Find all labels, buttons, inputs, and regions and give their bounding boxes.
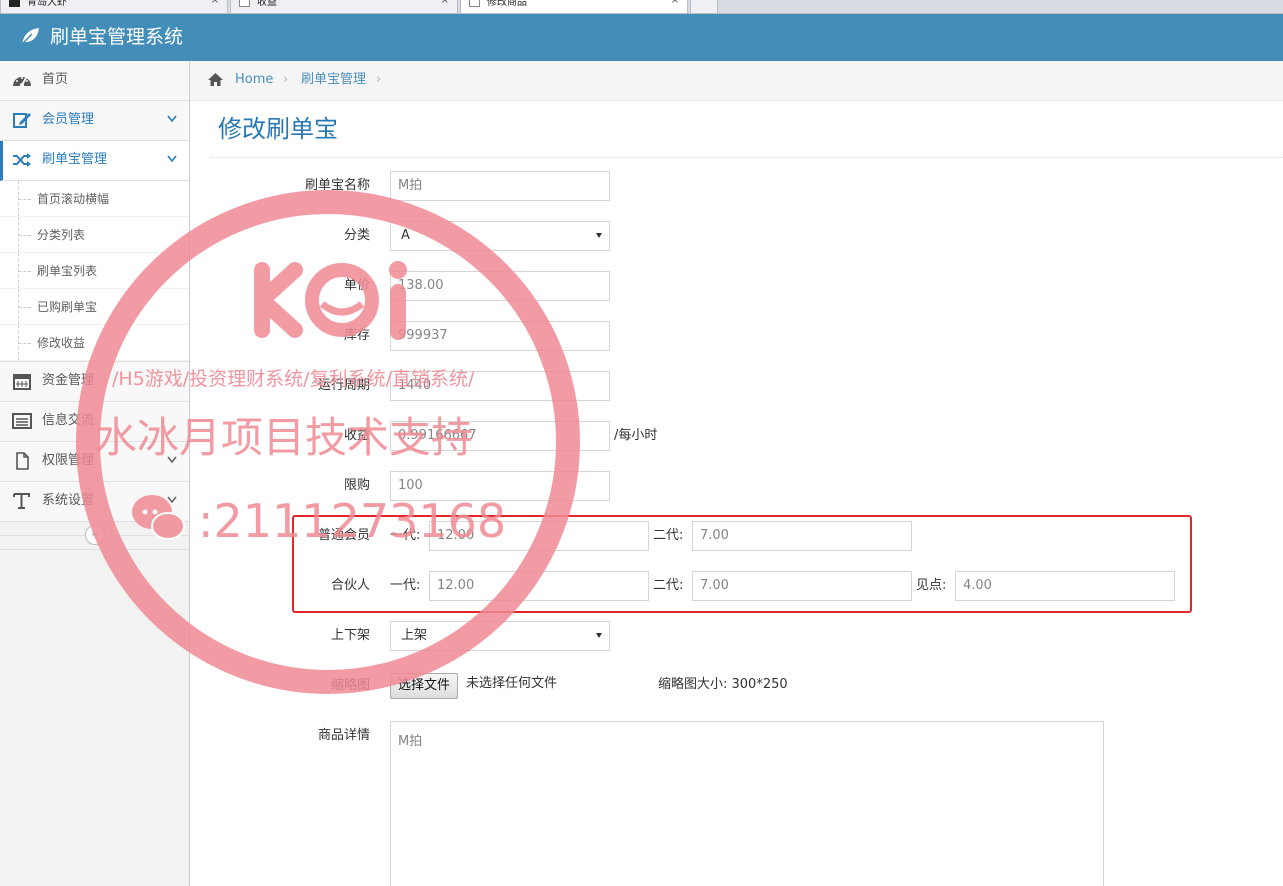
stock-label: 库存 — [343, 328, 370, 343]
price-label: 单价 — [343, 278, 370, 293]
product-detail-textarea[interactable]: M拍 — [390, 721, 1104, 886]
name-label: 刷单宝名称 — [304, 178, 370, 193]
member-gen1-input[interactable]: 12.00 — [429, 521, 649, 551]
partner-gen2-label: 二代: — [653, 578, 684, 593]
sidebar-item-permissions[interactable]: 权限管理 — [0, 442, 189, 482]
sidebar-collapse: « — [0, 522, 189, 550]
thumbnail-size-hint: 缩略图大小: 300*250 — [658, 677, 788, 692]
page-title: 修改刷单宝 — [218, 115, 338, 143]
partner-point-label: 见点: — [916, 578, 947, 593]
sidebar-submenu: 首页滚动横幅 分类列表 刷单宝列表 已购刷单宝 修改收益 — [0, 181, 189, 362]
sidebar-item-label: 资金管理 — [42, 373, 95, 388]
chevron-down-icon — [167, 456, 177, 464]
sidebar-item-label: 刷单宝管理 — [42, 152, 108, 167]
breadcrumb-current[interactable]: 刷单宝管理 — [301, 61, 366, 99]
shuffle-icon — [13, 153, 31, 167]
income-label: 收益 — [343, 428, 370, 443]
close-icon[interactable]: × — [671, 0, 679, 6]
text-icon — [13, 493, 30, 509]
close-icon[interactable]: × — [211, 0, 219, 6]
close-icon[interactable]: × — [441, 0, 449, 6]
caret-down-icon — [596, 233, 602, 238]
browser-tab-label: 青岛大虾 — [27, 0, 67, 8]
breadcrumb-separator: › — [376, 72, 382, 87]
browser-tab-bar: 青岛大虾 × 收益 × 修改商品 × — [0, 0, 1283, 14]
thumbnail-label: 缩略图 — [330, 678, 370, 693]
double-angle-left-icon[interactable]: « — [85, 525, 105, 545]
choose-file-button[interactable]: 选择文件 — [390, 673, 459, 699]
chevron-down-icon — [167, 155, 177, 163]
sidebar-item-funds[interactable]: 资金管理 — [0, 362, 189, 402]
period-input[interactable]: 1440 — [390, 371, 610, 401]
detail-label: 商品详情 — [317, 728, 370, 743]
partner-gen1-input[interactable]: 12.00 — [429, 571, 649, 601]
list-alt-icon — [12, 413, 32, 429]
category-selected-value: A — [401, 228, 410, 243]
breadcrumb: Home › 刷单宝管理 › — [190, 61, 1283, 101]
app-title: 刷单宝管理系统 — [50, 26, 184, 48]
new-tab-button[interactable] — [690, 0, 718, 13]
sidebar-item-settings[interactable]: 系统设置 — [0, 482, 189, 522]
income-unit: /每小时 — [614, 428, 658, 443]
shelf-label: 上下架 — [330, 628, 370, 643]
shelf-status-select[interactable]: 上架 — [390, 621, 610, 651]
partner-label: 合伙人 — [330, 578, 370, 593]
partner-gen1-label: 一代: — [390, 578, 421, 593]
sidebar-item-members[interactable]: 会员管理 — [0, 101, 189, 141]
sidebar-item-label: 信息交流 — [42, 413, 95, 428]
sidebar-subitem-banner[interactable]: 首页滚动横幅 — [0, 181, 189, 217]
category-label: 分类 — [343, 228, 370, 243]
breadcrumb-separator: › — [283, 72, 289, 87]
leaf-icon — [21, 28, 39, 45]
top-navbar: 刷单宝管理系统 — [0, 14, 1283, 61]
sidebar: 首页 会员管理 刷单宝管理 首页滚动横幅 分类列表 刷单宝列表 已购刷单宝 修改… — [0, 61, 190, 886]
member-gen2-input[interactable]: 7.00 — [692, 521, 912, 551]
member-gen1-label: 一代: — [390, 528, 421, 543]
browser-tab-label: 收益 — [257, 0, 277, 8]
price-input[interactable]: 138.00 — [390, 271, 610, 301]
sidebar-item-home[interactable]: 首页 — [0, 61, 189, 101]
chevron-down-icon — [167, 115, 177, 123]
limit-label: 限购 — [343, 478, 370, 493]
sidebar-item-label: 会员管理 — [42, 112, 95, 127]
sidebar-item-label: 权限管理 — [42, 453, 95, 468]
tab-favicon-icon — [469, 0, 480, 7]
chevron-down-icon — [167, 496, 177, 504]
stock-input[interactable]: 999937 — [390, 321, 610, 351]
browser-tab[interactable]: 青岛大虾 × — [0, 0, 228, 13]
sidebar-subitem-product-list[interactable]: 刷单宝列表 — [0, 253, 189, 289]
breadcrumb-home-link[interactable]: Home — [235, 61, 273, 99]
member-label: 普通会员 — [317, 528, 370, 543]
tab-favicon-icon — [239, 0, 250, 7]
sidebar-item-products[interactable]: 刷单宝管理 — [0, 141, 189, 181]
edit-icon — [13, 113, 31, 128]
file-status-text: 未选择任何文件 — [466, 676, 558, 691]
sidebar-item-label: 系统设置 — [42, 493, 95, 508]
app-brand[interactable]: 刷单宝管理系统 — [20, 24, 183, 50]
caret-down-icon — [596, 633, 602, 638]
partner-gen2-input[interactable]: 7.00 — [692, 571, 912, 601]
browser-tab-active[interactable]: 修改商品 × — [460, 0, 688, 13]
home-icon — [208, 73, 223, 86]
browser-tab-label: 修改商品 — [487, 0, 527, 8]
partner-point-input[interactable]: 4.00 — [955, 571, 1175, 601]
dashboard-icon — [13, 77, 31, 87]
sidebar-item-label: 首页 — [42, 72, 69, 87]
product-name-input[interactable]: M拍 — [390, 171, 610, 201]
file-icon — [16, 452, 29, 470]
income-input[interactable]: 0.99166667 — [390, 421, 610, 451]
calendar-icon — [13, 374, 31, 390]
category-select[interactable]: A — [390, 221, 610, 251]
shelf-selected-value: 上架 — [401, 628, 428, 643]
member-gen2-label: 二代: — [653, 528, 684, 543]
purchase-limit-input[interactable]: 100 — [390, 471, 610, 501]
sidebar-subitem-category-list[interactable]: 分类列表 — [0, 217, 189, 253]
sidebar-subitem-purchased[interactable]: 已购刷单宝 — [0, 289, 189, 325]
browser-tab[interactable]: 收益 × — [230, 0, 458, 13]
sidebar-subitem-edit-income[interactable]: 修改收益 — [0, 325, 189, 361]
tab-favicon-icon — [9, 0, 20, 7]
period-label: 运行周期 — [317, 378, 370, 393]
sidebar-item-messages[interactable]: 信息交流 — [0, 402, 189, 442]
divider — [210, 157, 1283, 158]
